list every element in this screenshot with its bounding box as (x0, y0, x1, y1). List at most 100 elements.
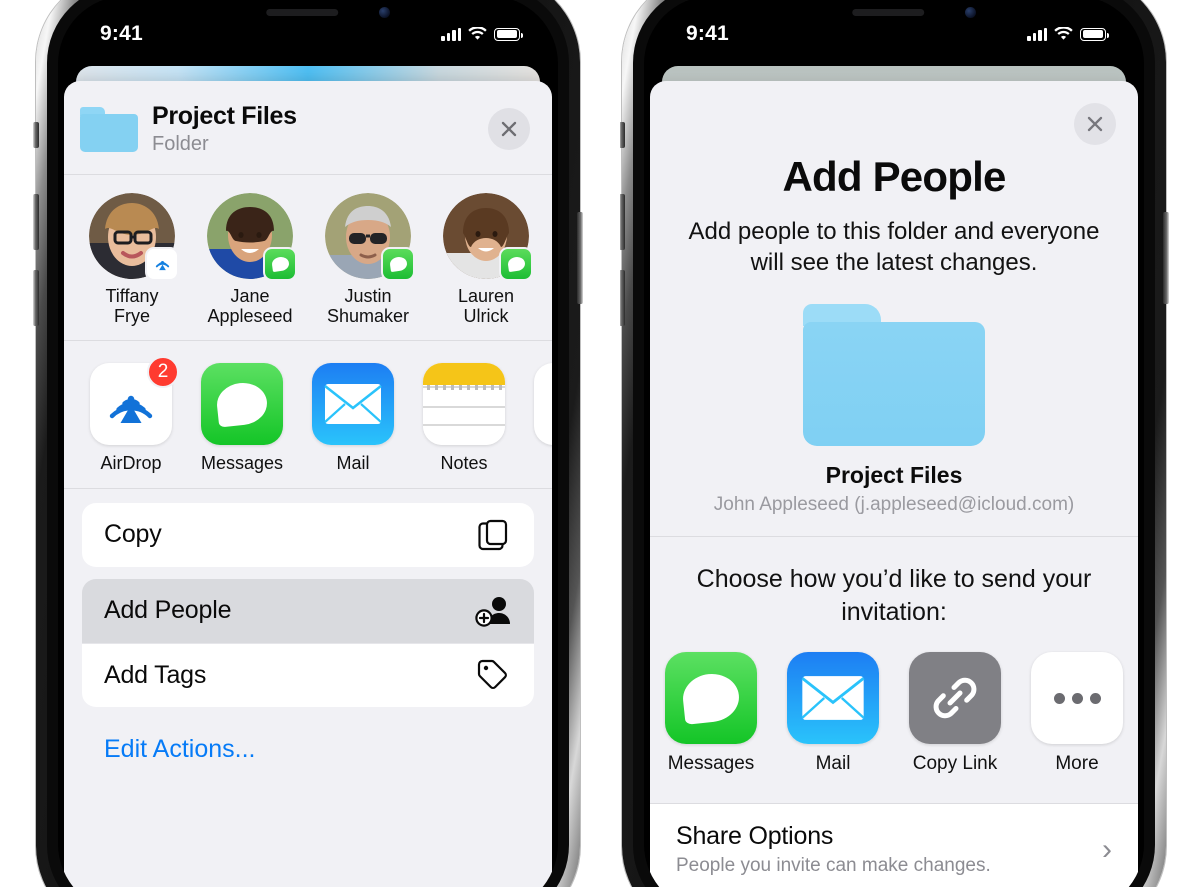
folder-name: Project Files (825, 462, 963, 489)
status-time: 9:41 (686, 22, 729, 45)
share-app-messages[interactable]: Messages (201, 362, 284, 474)
tag-icon (474, 656, 512, 694)
page-title: Add People (782, 153, 1006, 200)
send-methods-row[interactable]: Messages Mail Copy Link More (650, 628, 1138, 793)
wifi-icon (1054, 27, 1073, 40)
mail-icon (787, 652, 879, 745)
share-options-text: Share Options People you invite can make… (676, 822, 991, 877)
send-method-copy-link[interactable]: Copy Link (909, 652, 1001, 775)
action-list: Copy Add People Add Tags Edit Actions... (64, 489, 552, 764)
copy-icon (474, 516, 512, 554)
share-sheet: Project Files Folder Tiffany Frye Jane A… (64, 81, 552, 887)
power-button[interactable] (1163, 212, 1169, 304)
send-method-more[interactable]: More (1031, 652, 1123, 775)
image-divider (598, 0, 620, 887)
chevron-right-icon: › (1102, 832, 1112, 866)
contact-item[interactable]: Tiffany Frye (86, 192, 179, 326)
action-label: Copy (104, 520, 162, 549)
contact-name: Lauren (457, 285, 515, 306)
close-icon (501, 122, 517, 137)
close-icon (1087, 116, 1103, 132)
volume-up-button[interactable] (33, 194, 39, 250)
more-ellipsis-icon (1031, 652, 1123, 745)
send-method-messages[interactable]: Messages (665, 652, 757, 775)
notes-icon (423, 362, 505, 445)
send-method-label: More (1055, 753, 1099, 775)
folder-icon (803, 304, 985, 447)
action-label: Add People (104, 596, 232, 625)
share-app-label: Messages (201, 452, 284, 473)
messages-badge-icon (263, 246, 297, 281)
status-bar-left: 9:41 (58, 0, 558, 54)
airdrop-badge-count: 2 (147, 355, 179, 388)
contact-name: Jane (230, 285, 270, 306)
status-indicators (1027, 27, 1109, 41)
close-button[interactable] (488, 108, 530, 151)
action-group-2: Add People Add Tags (82, 578, 534, 707)
left-phone-screen: 9:41 Project Files Folder Tiffany Frye J… (58, 0, 558, 887)
share-app-label: AirDrop (100, 452, 162, 473)
right-phone-device: 9:41 Add People Add people to this folde… (619, 0, 1169, 887)
share-item-subtitle: Folder (152, 132, 209, 155)
share-sheet-header-text: Project Files Folder (152, 102, 488, 156)
page-description: Add people to this folder and everyone w… (688, 218, 1100, 276)
right-phone-screen: 9:41 Add People Add people to this folde… (644, 0, 1144, 887)
share-app-notes[interactable]: Notes (423, 362, 505, 474)
send-method-label: Copy Link (912, 753, 998, 775)
left-phone-device: 9:41 Project Files Folder Tiffany Frye J… (33, 0, 583, 887)
power-button[interactable] (577, 212, 583, 304)
send-method-mail[interactable]: Mail (787, 652, 879, 775)
share-app-label: Notes (440, 452, 488, 473)
share-app-airdrop[interactable]: 2 AirDrop (90, 355, 179, 474)
contact-name: Tiffany (105, 285, 159, 306)
contact-name-2: Shumaker (326, 305, 410, 326)
volume-down-button[interactable] (33, 270, 39, 326)
add-people-header: Add People Add people to this folder and… (650, 81, 1138, 278)
action-row-copy[interactable]: Copy (82, 502, 534, 567)
contact-item[interactable]: Jane Appleseed (204, 192, 297, 326)
messages-badge-icon (499, 246, 533, 281)
left-phone-bezel: 9:41 Project Files Folder Tiffany Frye J… (47, 0, 569, 887)
contact-item[interactable]: Lauren Ulrick (440, 192, 533, 326)
mail-icon (312, 362, 394, 445)
contact-name-2: Appleseed (207, 305, 293, 326)
action-group-1: Copy (82, 502, 534, 567)
messages-icon (201, 362, 283, 445)
choose-prompt: Choose how you’d like to send your invit… (696, 565, 1092, 626)
blank-app-icon (534, 362, 552, 445)
airdrop-badge-icon (145, 246, 179, 281)
right-phone-bezel: 9:41 Add People Add people to this folde… (633, 0, 1155, 887)
share-app-label: Mail (336, 452, 370, 473)
action-row-add-tags[interactable]: Add Tags (82, 642, 534, 707)
share-apps-row[interactable]: 2 AirDrop Messages Mail Notes (64, 341, 552, 489)
share-app-partial[interactable] (534, 362, 552, 474)
avatar (89, 192, 179, 281)
close-button[interactable] (1074, 103, 1116, 145)
status-indicators (441, 27, 523, 41)
mute-switch[interactable] (33, 122, 39, 148)
add-people-sheet: Add People Add people to this folder and… (650, 81, 1138, 887)
share-item-title: Project Files (152, 102, 297, 130)
folder-icon (80, 106, 138, 152)
share-app-mail[interactable]: Mail (312, 362, 394, 474)
status-bar-right: 9:41 (644, 0, 1144, 54)
action-row-add-people[interactable]: Add People (82, 578, 534, 643)
edit-actions-link[interactable]: Edit Actions... (82, 719, 534, 764)
send-method-label: Messages (667, 753, 755, 775)
action-label: Add Tags (104, 660, 207, 689)
folder-owner: John Appleseed (j.appleseed@icloud.com) (713, 494, 1075, 516)
screenshot-root: 9:41 Project Files Folder Tiffany Frye J… (0, 0, 1200, 887)
status-time: 9:41 (100, 22, 143, 45)
contact-name: Justin (344, 285, 392, 306)
add-person-icon (474, 592, 512, 630)
avatar (325, 192, 415, 281)
wifi-icon (468, 27, 487, 40)
share-options-title: Share Options (676, 822, 834, 851)
messages-icon (665, 652, 757, 745)
share-options-row[interactable]: Share Options People you invite can make… (650, 803, 1138, 887)
battery-icon (1080, 27, 1109, 41)
link-icon (909, 652, 1001, 745)
contact-item[interactable]: Justin Shumaker (322, 192, 415, 326)
suggested-contacts-row[interactable]: Tiffany Frye Jane Appleseed Justin Shuma… (64, 175, 552, 341)
avatar (207, 192, 297, 281)
